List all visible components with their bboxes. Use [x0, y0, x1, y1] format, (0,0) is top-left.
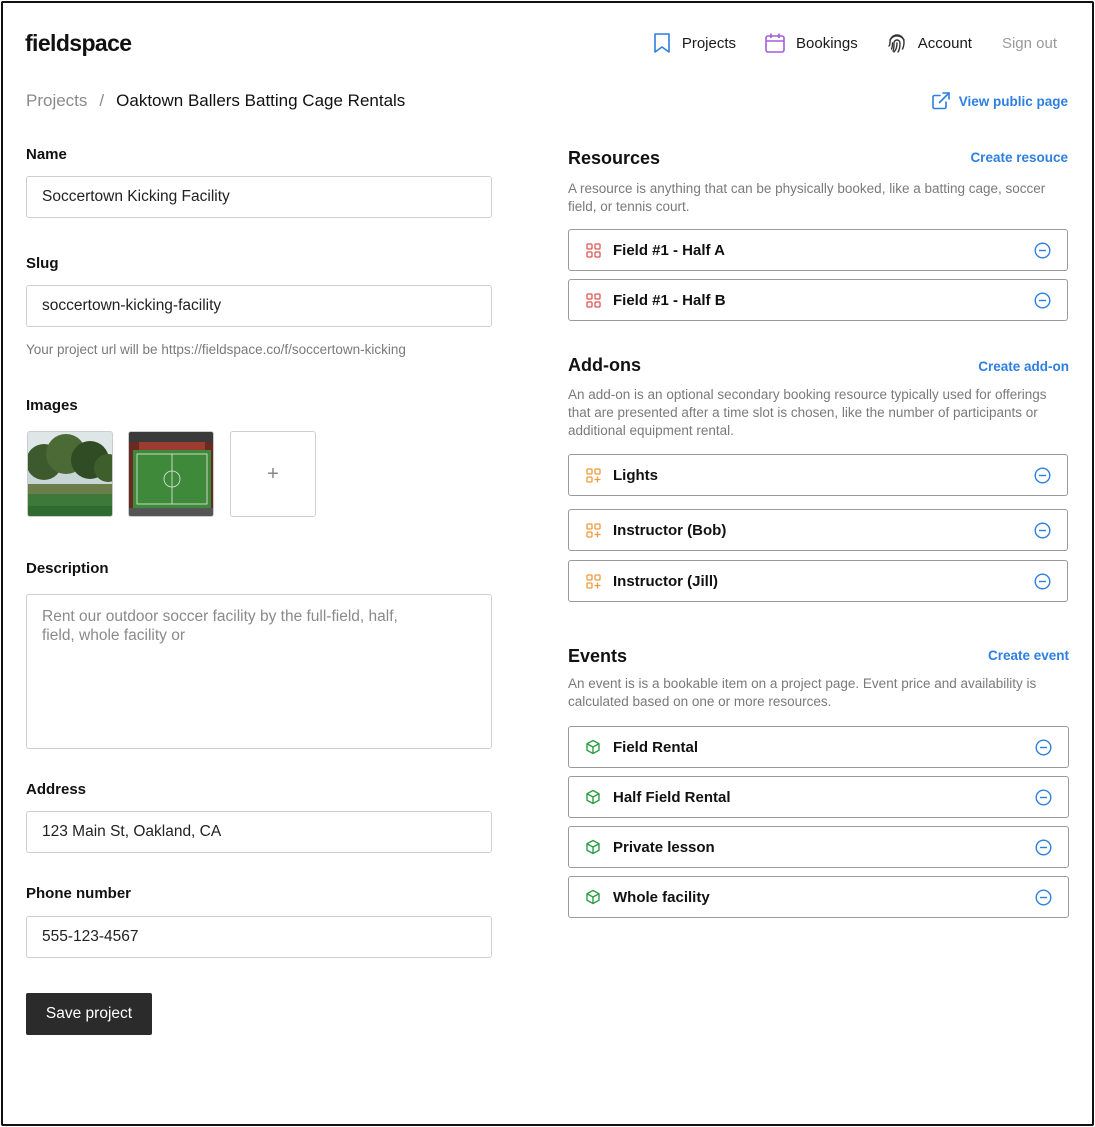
view-public-page-label: View public page	[958, 93, 1068, 109]
grid-plus-icon	[585, 467, 601, 483]
minus-circle-icon[interactable]	[1035, 789, 1052, 806]
minus-circle-icon[interactable]	[1034, 522, 1051, 539]
address-input[interactable]: 123 Main St, Oakland, CA	[26, 811, 492, 853]
create-resource-link[interactable]: Create resouce	[970, 150, 1068, 165]
minus-circle-icon[interactable]	[1034, 242, 1051, 259]
minus-circle-icon[interactable]	[1034, 467, 1051, 484]
nav-bookings[interactable]: Bookings	[764, 32, 858, 54]
events-item-label: Private lesson	[613, 838, 715, 856]
events-description: An event is is a bookable item on a proj…	[568, 676, 1037, 709]
events-item-label: Field Rental	[613, 738, 699, 756]
resources-item[interactable]: Field #1 - Half A	[568, 229, 1068, 271]
image-thumbnail-trees[interactable]	[27, 431, 113, 517]
address-label: Address	[26, 781, 87, 798]
top-nav: Projects Bookings Account Sign out	[624, 32, 1057, 54]
addons-item-label: Lights	[613, 466, 658, 484]
addons-item-label: Instructor (Jill)	[613, 572, 719, 590]
add-image-button[interactable]: +	[230, 431, 316, 517]
minus-circle-icon[interactable]	[1035, 889, 1052, 906]
description-textarea[interactable]: Rent our outdoor soccer facility by the …	[26, 594, 492, 749]
cube-icon	[585, 889, 601, 905]
nav-account-label: Account	[917, 34, 972, 52]
name-input[interactable]: Soccertown Kicking Facility	[26, 176, 492, 218]
grid-icon	[585, 242, 601, 258]
name-label: Name	[26, 146, 67, 163]
slug-hint: Your project url will be https://fieldsp…	[26, 342, 406, 357]
calendar-icon	[765, 33, 785, 53]
description-label: Description	[26, 560, 109, 577]
addons-item[interactable]: Lights	[568, 454, 1068, 496]
addons-title: Add-ons	[568, 355, 641, 375]
events-item[interactable]: Private lesson	[568, 826, 1069, 868]
breadcrumb-separator: /	[99, 91, 105, 110]
minus-circle-icon[interactable]	[1034, 573, 1051, 590]
cube-icon	[585, 789, 601, 805]
save-project-button[interactable]: Save project	[26, 993, 152, 1035]
events-title: Events	[568, 646, 628, 666]
addons-item-label: Instructor (Bob)	[613, 521, 727, 539]
resources-item-label: Field #1 - Half A	[613, 241, 725, 259]
resources-description: A resource is anything that can be physi…	[568, 181, 1046, 214]
image-thumbnail-field[interactable]	[128, 431, 214, 517]
view-public-page-link[interactable]: View public page	[931, 92, 1068, 110]
cube-icon	[585, 839, 601, 855]
page-title: Oaktown Ballers Batting Cage Rentals	[116, 91, 406, 110]
events-item[interactable]: Half Field Rental	[568, 776, 1069, 818]
grid-icon	[585, 292, 601, 308]
grid-plus-icon	[585, 522, 601, 538]
bookmark-icon	[654, 33, 670, 53]
resources-title: Resources	[568, 148, 661, 168]
addons-description: An add-on is an optional secondary booki…	[568, 387, 1047, 438]
images-label: Images	[26, 397, 78, 414]
nav-account[interactable]: Account	[886, 32, 972, 54]
fieldspace-logo[interactable]: fieldspace	[25, 30, 132, 57]
events-item-label: Half Field Rental	[613, 788, 731, 806]
grid-plus-icon	[585, 573, 601, 589]
nav-signout[interactable]: Sign out	[1002, 35, 1057, 52]
phone-input[interactable]: 555-123-4567	[26, 916, 492, 958]
addons-item[interactable]: Instructor (Jill)	[568, 560, 1068, 602]
nav-bookings-label: Bookings	[796, 34, 858, 52]
events-item-label: Whole facility	[613, 888, 710, 906]
fingerprint-icon	[888, 34, 905, 53]
phone-label: Phone number	[26, 885, 132, 902]
nav-projects[interactable]: Projects	[652, 32, 736, 54]
create-addon-link[interactable]: Create add-on	[978, 359, 1069, 374]
addons-item[interactable]: Instructor (Bob)	[568, 509, 1068, 551]
slug-label: Slug	[26, 255, 59, 272]
create-event-link[interactable]: Create event	[988, 648, 1069, 663]
cube-icon	[585, 739, 601, 755]
external-link-icon	[931, 92, 950, 110]
resources-item[interactable]: Field #1 - Half B	[568, 279, 1068, 321]
description-text: Rent our outdoor soccer facility by the …	[42, 608, 398, 644]
events-item[interactable]: Whole facility	[568, 876, 1069, 918]
nav-projects-label: Projects	[681, 34, 737, 52]
minus-circle-icon[interactable]	[1034, 292, 1051, 309]
events-item[interactable]: Field Rental	[568, 726, 1069, 768]
minus-circle-icon[interactable]	[1035, 839, 1052, 856]
minus-circle-icon[interactable]	[1035, 739, 1052, 756]
slug-input[interactable]: soccertown-kicking-facility	[26, 285, 492, 327]
breadcrumb-projects[interactable]: Projects	[26, 91, 87, 111]
breadcrumb: Projects / Oaktown Ballers Batting Cage …	[26, 91, 405, 111]
resources-item-label: Field #1 - Half B	[613, 291, 726, 309]
